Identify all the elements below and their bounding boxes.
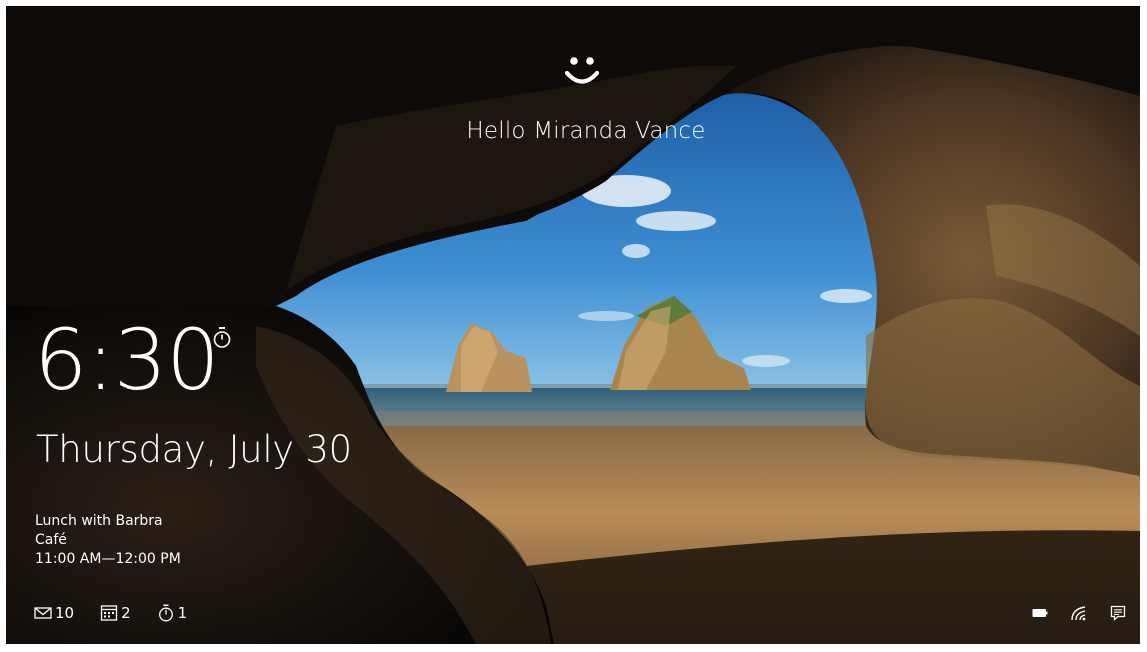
system-tray — [1010, 602, 1126, 624]
stopwatch-icon — [158, 604, 173, 622]
event-time: 11:00 AM—12:00 PM — [35, 551, 181, 567]
app-badges: 10 2 1 — [34, 602, 213, 624]
envelope-icon — [34, 607, 52, 619]
calendar-event: Lunch with Barbra Café 11:00 AM—12:00 PM — [35, 512, 181, 569]
calendar-badge-count: 2 — [121, 604, 131, 622]
battery-icon — [1032, 609, 1048, 617]
windows-hello-face-icon — [564, 57, 600, 84]
network-status[interactable] — [1070, 605, 1088, 621]
date-text: Thursday, July 30 — [36, 428, 352, 471]
battery-status[interactable] — [1032, 608, 1048, 618]
calendar-icon — [100, 605, 118, 621]
mail-badge-count: 10 — [55, 604, 75, 622]
event-location: Café — [35, 532, 67, 548]
mail-badge: 10 — [34, 604, 74, 622]
notification-icon — [1110, 605, 1126, 621]
alarms-badge: 1 — [157, 604, 188, 622]
notifications-button[interactable] — [1110, 605, 1126, 621]
lock-screen[interactable]: Hello Miranda Vance 6:30 Thursday, July … — [6, 6, 1140, 644]
greeting-text: Hello Miranda Vance — [466, 118, 706, 144]
alarm-icon — [213, 327, 231, 348]
calendar-badge: 2 — [100, 604, 131, 622]
alarms-badge-count: 1 — [177, 604, 188, 622]
clock-time: 6:30 — [34, 311, 220, 409]
wifi-icon — [1071, 606, 1086, 621]
event-title: Lunch with Barbra — [35, 513, 163, 529]
